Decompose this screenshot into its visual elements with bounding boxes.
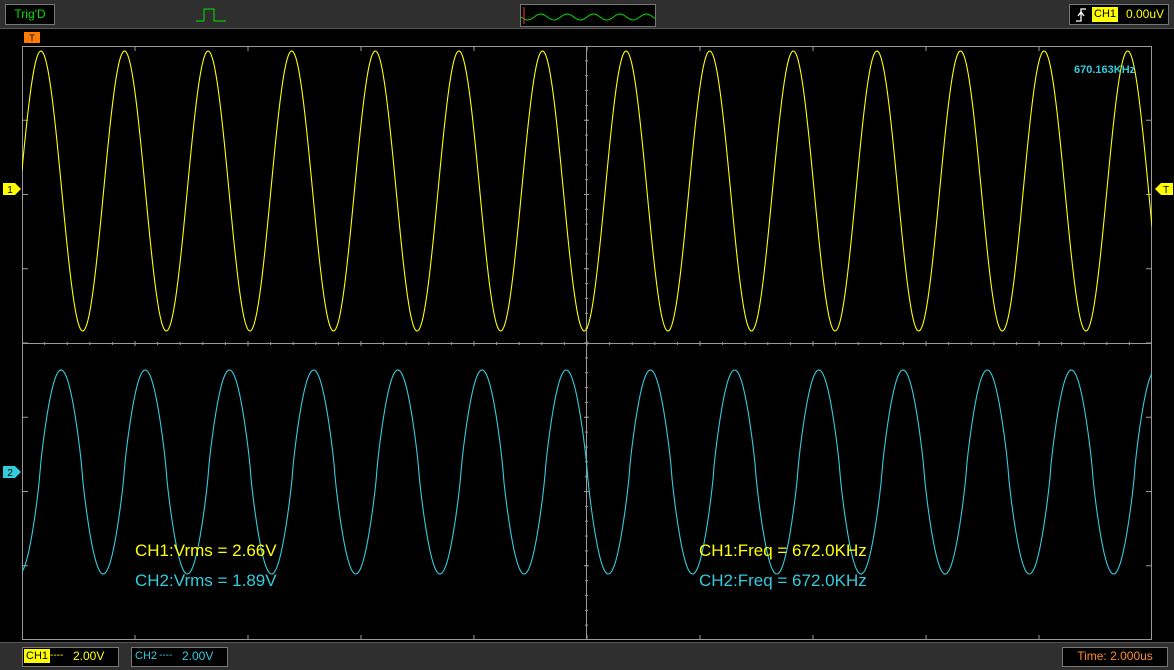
ch2-freq-measurement: CH2:Freq = 672.0KHz xyxy=(699,571,867,590)
timebase-settings[interactable]: Time: 2.000us xyxy=(1062,647,1168,667)
svg-text:1: 1 xyxy=(7,185,13,195)
ch2-coupling-icon: ---- xyxy=(159,650,173,661)
trigger-level-value: 0.00uV xyxy=(1126,7,1165,21)
top-toolbar: Trig'D CH1 0.00uV xyxy=(0,0,1174,29)
frequency-readout: 670.163KHz xyxy=(1074,64,1136,76)
timebase-value: Time: 2.000us xyxy=(1077,649,1153,663)
ch1-vrms-measurement: CH1:Vrms = 2.66V xyxy=(135,541,277,560)
time-position-marker[interactable]: T xyxy=(24,32,40,43)
ch2-vrms-measurement: CH2:Vrms = 1.89V xyxy=(135,571,277,590)
trigger-level-marker[interactable]: T xyxy=(1155,183,1173,195)
trigger-status-badge[interactable]: Trig'D xyxy=(5,4,55,25)
svg-text:T: T xyxy=(1163,185,1169,195)
trigger-source: CH1 xyxy=(1092,7,1119,22)
ch2-settings[interactable]: CH2 ---- 2.00V xyxy=(131,647,228,667)
ch1-volts-per-div: 2.00V xyxy=(73,649,105,663)
ch1-freq-measurement: CH1:Freq = 672.0KHz xyxy=(699,541,867,560)
bottom-status-bar: CH1 ---- 2.00V CH2 ---- 2.00V Time: 2.00… xyxy=(0,642,1174,670)
waveform-overview[interactable] xyxy=(520,4,656,27)
pulse-icon xyxy=(196,8,226,22)
svg-text:T: T xyxy=(29,33,35,43)
ch2-offset-marker[interactable]: 2 xyxy=(3,466,21,478)
ch2-label: CH2 xyxy=(135,650,158,662)
ch1-label: CH1 xyxy=(24,649,51,663)
svg-text:2: 2 xyxy=(7,468,13,478)
overview-wave xyxy=(520,7,656,24)
ch2-volts-per-div: 2.00V xyxy=(182,649,214,663)
trigger-info[interactable]: CH1 0.00uV xyxy=(1069,4,1169,25)
rising-edge-icon xyxy=(1076,8,1086,22)
ch1-offset-marker[interactable]: 1 xyxy=(3,183,21,195)
ch1-settings[interactable]: CH1 ---- 2.00V xyxy=(22,647,119,667)
ch1-coupling-icon: ---- xyxy=(50,650,64,661)
